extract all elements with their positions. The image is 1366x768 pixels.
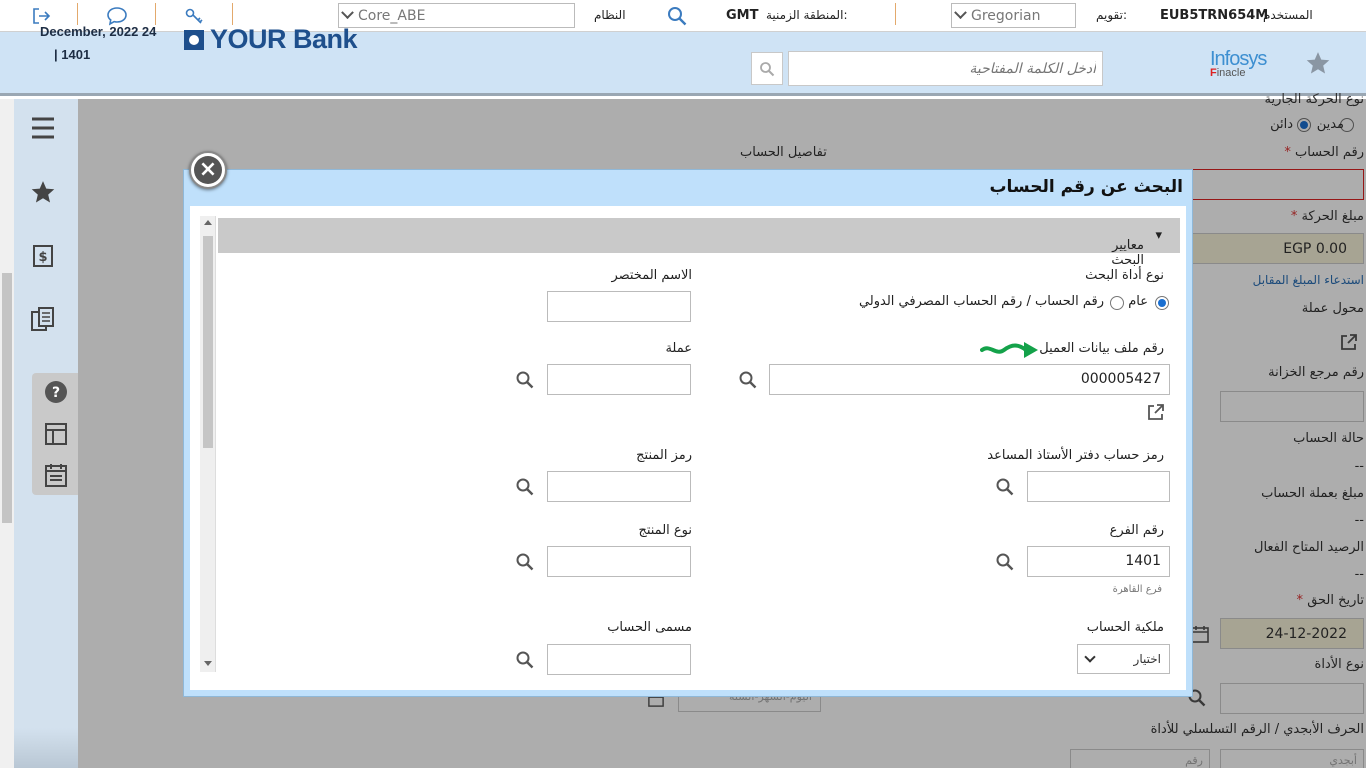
dialog-close-button[interactable]: × [189, 151, 227, 189]
account-title-input[interactable] [547, 644, 691, 675]
branch-code: | 1401 [54, 47, 91, 62]
menu-icon[interactable] [28, 113, 58, 143]
layout-icon[interactable] [41, 419, 71, 449]
product-type-search-icon[interactable] [515, 552, 535, 572]
calendar-label: تقويم: [1096, 8, 1127, 22]
gl-code-input[interactable] [1027, 471, 1170, 502]
business-date: December, 2022 24 [40, 24, 157, 39]
documents-icon[interactable] [28, 304, 58, 334]
branch-name: فرع القاهرة [1112, 584, 1162, 595]
account-title-label: مسمى الحساب [607, 620, 692, 635]
rail-footer [14, 728, 78, 768]
account-number-radio-label: رقم الحساب / رقم الحساب المصرفي الدولي [858, 294, 1104, 309]
search-icon[interactable] [664, 4, 690, 28]
currency-search-icon[interactable] [515, 370, 535, 390]
green-arrow-annotation [980, 338, 1042, 364]
ownership-label: ملكية الحساب [1086, 620, 1164, 635]
help-icon[interactable]: ? [41, 377, 71, 407]
short-name-label: الاسم المختصر [611, 268, 692, 283]
bank-logo: YOUR Bank [184, 24, 358, 55]
external-link-icon[interactable] [1147, 403, 1165, 425]
chevron-down-icon [341, 6, 354, 20]
user-id: EUB5TRN654M [1160, 8, 1269, 23]
money-transaction-icon[interactable]: $ [28, 241, 58, 271]
product-type-label: نوع المنتج [638, 523, 692, 538]
system-label: النظام [594, 8, 626, 22]
bank-name: YOUR Bank [210, 24, 358, 54]
general-radio-label: عام [1128, 294, 1148, 309]
dialog-body: ▾ معايير البحث نوع أداة البحث عام رقم الح… [190, 206, 1186, 690]
account-search-dialog: البحث عن رقم الحساب ▾ معايير البحث نوع أد… [183, 169, 1193, 697]
dialog-title: البحث عن رقم الحساب [989, 177, 1183, 197]
general-radio[interactable] [1155, 296, 1169, 310]
currency-label: عملة [665, 341, 692, 356]
cif-label: رقم ملف بيانات العميل [1039, 341, 1164, 356]
product-code-input[interactable] [547, 471, 691, 502]
search-type-label: نوع أداة البحث [1085, 268, 1164, 283]
bank-logo-icon [184, 29, 204, 50]
calendar-select-value: Gregorian [971, 7, 1041, 24]
branch-input[interactable]: 1401 [1027, 546, 1170, 577]
short-name-input[interactable] [547, 291, 691, 322]
cif-search-icon[interactable] [738, 370, 758, 390]
keyword-search-input[interactable] [789, 52, 1102, 85]
timezone-value: GMT [726, 8, 759, 23]
close-icon: × [194, 156, 222, 184]
svg-text:?: ? [52, 385, 60, 401]
product-code-label: رمز المنتج [636, 448, 692, 463]
calendar-icon[interactable] [41, 460, 71, 490]
keyword-search-field[interactable] [788, 51, 1103, 86]
gl-code-label: رمز حساب دفتر الأستاذ المساعد [987, 448, 1164, 463]
product-type-input[interactable] [547, 546, 691, 577]
branch-label: رقم الفرع [1109, 523, 1164, 538]
favorites-star-icon[interactable] [1301, 46, 1335, 80]
system-select-value: Core_ABE [358, 7, 426, 24]
cif-input[interactable]: 000005427 [769, 364, 1170, 395]
star-icon[interactable] [28, 177, 58, 207]
scroll-down-arrow-icon[interactable] [204, 661, 212, 666]
ownership-select[interactable]: اختيار [1077, 644, 1170, 674]
search-icon [760, 61, 775, 76]
product-code-search-icon[interactable] [515, 477, 535, 497]
scroll-up-arrow-icon[interactable] [204, 220, 212, 225]
currency-input[interactable] [547, 364, 691, 395]
search-criteria-title: ▾ معايير البحث [1111, 228, 1162, 268]
user-label: المستخدم [1263, 8, 1313, 22]
chevron-down-icon [954, 6, 967, 20]
system-select[interactable]: Core_ABE [338, 3, 575, 28]
scroll-thumb[interactable] [203, 236, 213, 448]
ownership-select-value: اختيار [1133, 652, 1161, 666]
gl-code-search-icon[interactable] [995, 477, 1015, 497]
account-title-search-icon[interactable] [515, 650, 535, 670]
branch-search-icon[interactable] [995, 552, 1015, 572]
svg-text:$: $ [38, 250, 47, 265]
calendar-select[interactable]: Gregorian [951, 3, 1076, 28]
dialog-scrollbar[interactable] [200, 216, 216, 672]
chevron-down-icon [1084, 651, 1096, 663]
timezone-label: المنطقة الزمنية: [766, 8, 848, 22]
vendor-logo: Infosys Finacle [1210, 48, 1272, 79]
page-scrollbar[interactable] [0, 99, 14, 768]
account-number-radio[interactable] [1110, 296, 1124, 310]
keyword-search-button[interactable] [751, 52, 783, 85]
search-criteria-section-header[interactable]: ▾ معايير البحث [218, 218, 1180, 268]
